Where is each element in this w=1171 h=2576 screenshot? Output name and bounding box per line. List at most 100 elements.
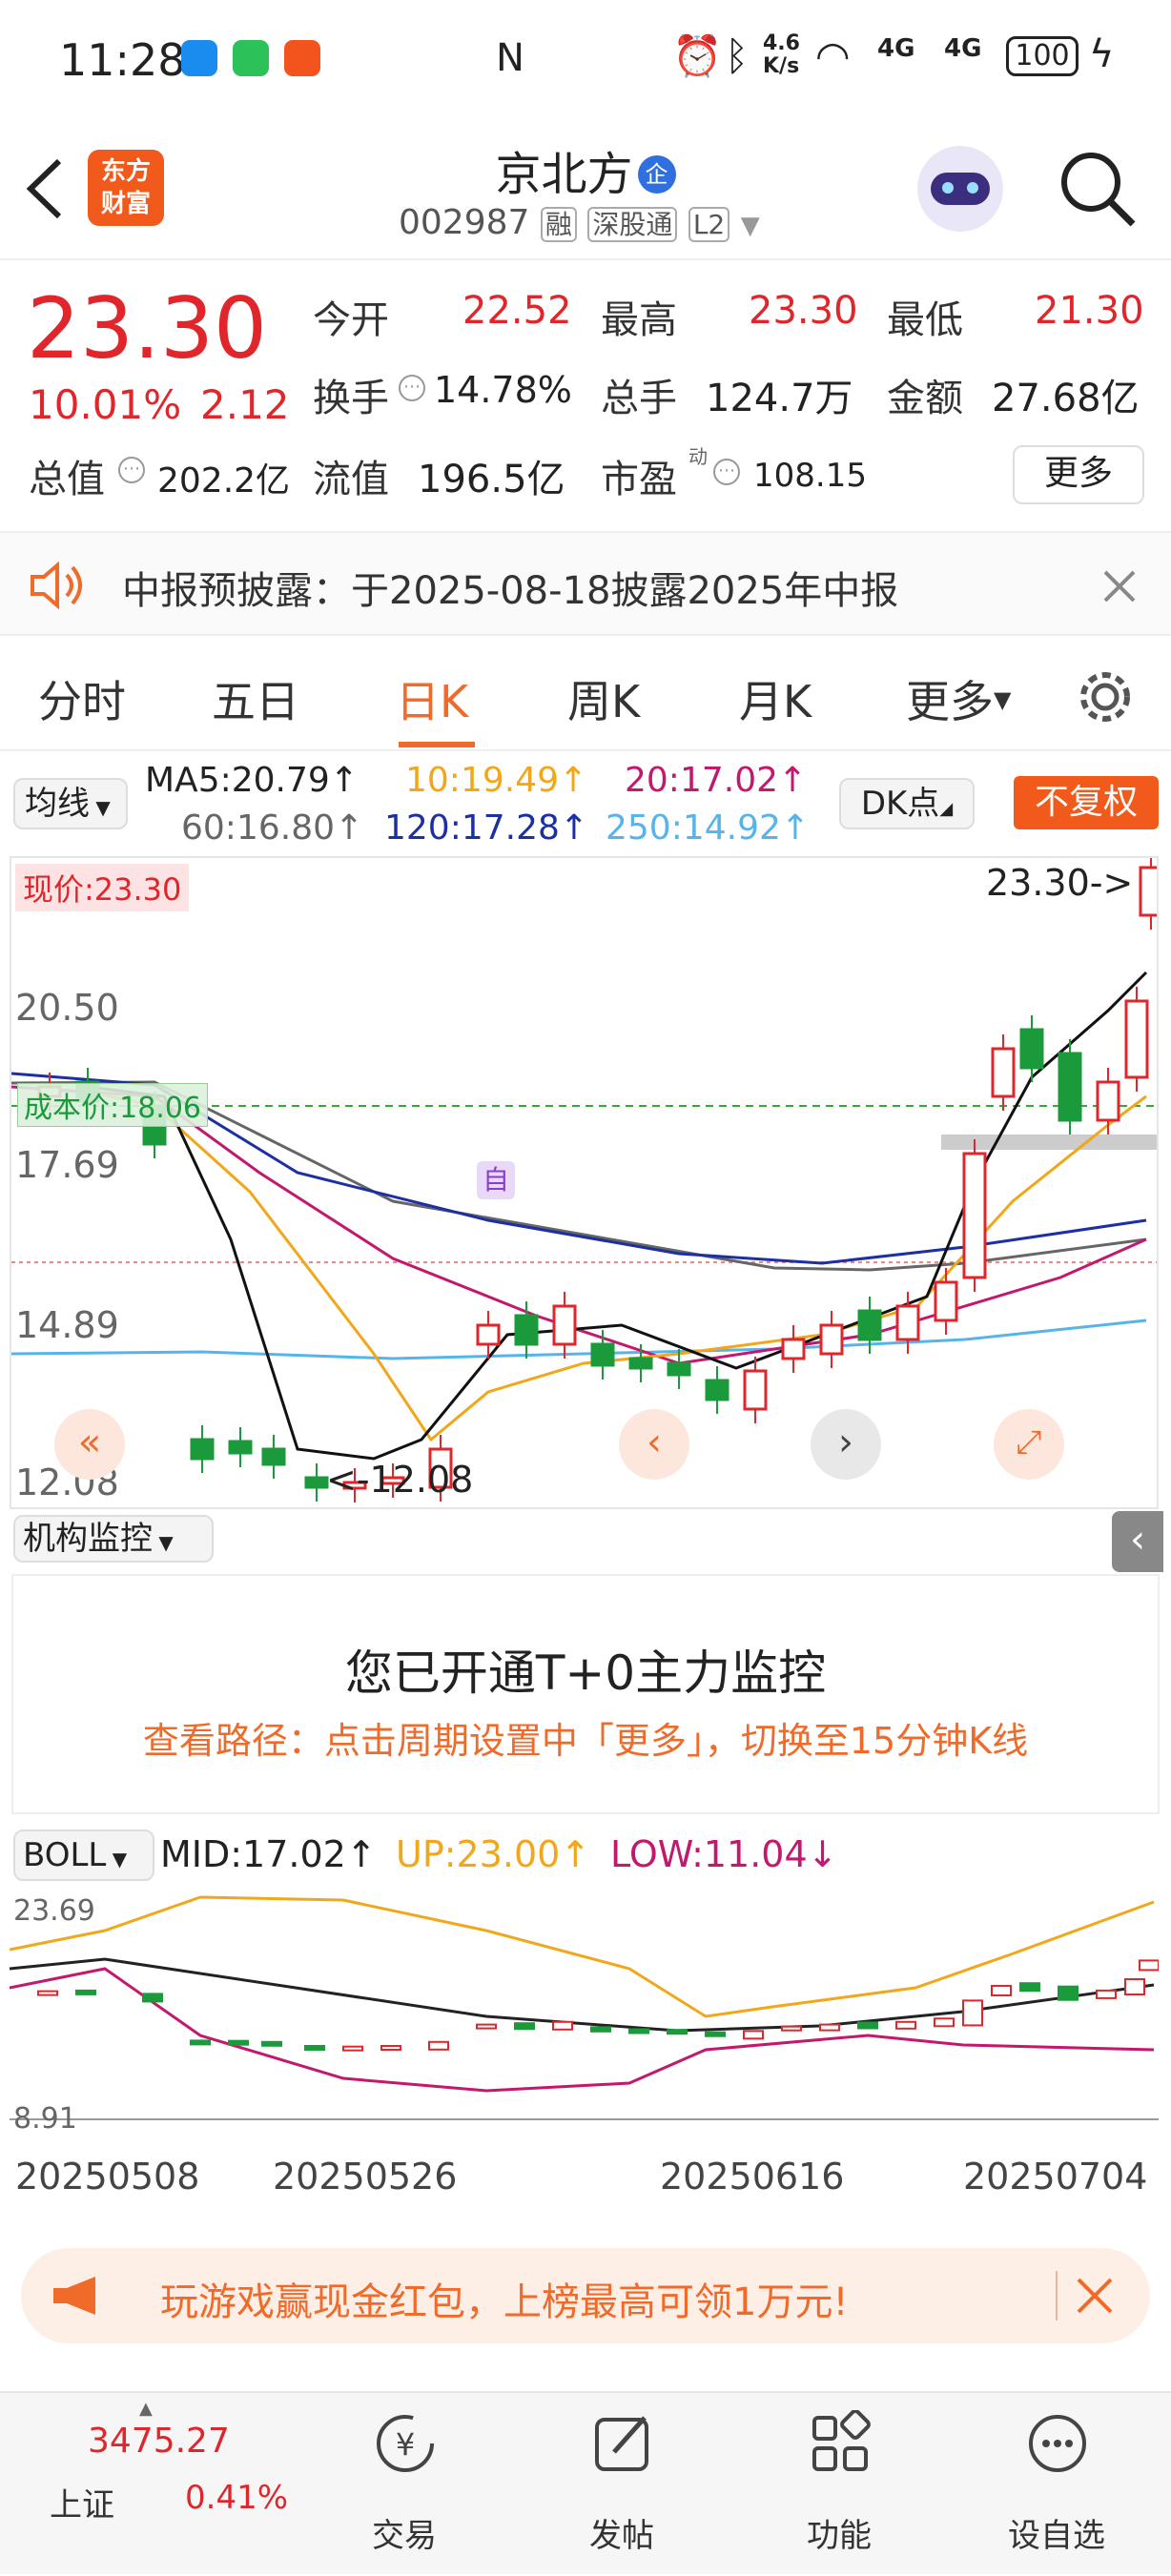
boll-up: UP:23.00↑ [396, 1833, 591, 1875]
tag-connect: 深股通 [587, 207, 678, 242]
boll-candle [1124, 1978, 1145, 1995]
candle [1139, 866, 1157, 917]
alarm-icon: ⏰ [672, 32, 723, 79]
y-tick-1: 20.50 [15, 987, 119, 1029]
boll-candle [1139, 1959, 1159, 1972]
nav-post[interactable]: 发帖 [526, 2393, 717, 2576]
index-ticker[interactable]: ▲ 3475.27 上证 0.41% [0, 2393, 288, 2576]
kline-chart[interactable]: 现价:23.30 23.30-> 20.50 17.69 14.89 12.08… [10, 856, 1159, 1509]
scroll-right-icon[interactable]: › [811, 1409, 881, 1480]
y-tick-2: 17.69 [15, 1144, 119, 1186]
nav-settings[interactable]: 设自选 [961, 2393, 1152, 2576]
quote-panel: 23.30 10.01% 2.12 今开 22.52 最高 23.30 最低 2… [0, 262, 1171, 529]
monitor-selector[interactable]: 机构监控 ▼ [13, 1515, 214, 1563]
candle [667, 1361, 691, 1377]
info-icon[interactable]: ⋯ [399, 375, 425, 401]
notice-bar[interactable]: 中报预披露：于2025-08-18披露2025年中报 [0, 531, 1171, 636]
close-icon[interactable] [1076, 2277, 1114, 2315]
dropdown-icon[interactable]: ▼ [741, 212, 760, 240]
boll-candle [857, 2021, 878, 2030]
gear-icon[interactable] [1076, 667, 1135, 726]
low-pointer: <-12.08 [326, 1459, 474, 1501]
dropdown-icon: ▼ [994, 686, 1012, 713]
stock-code: 002987 [399, 203, 530, 242]
tab-more[interactable]: 更多▼ [906, 667, 1011, 730]
float-value: 196.5亿 [418, 458, 565, 501]
info-icon[interactable]: ⋯ [118, 457, 145, 483]
svg-text:¥: ¥ [396, 2426, 415, 2463]
date-label-4: 20250704 [963, 2156, 1148, 2198]
info-icon[interactable]: ⋯ [713, 459, 740, 485]
date-label-1: 20250508 [15, 2156, 200, 2198]
boll-candle [705, 2031, 726, 2037]
boll-candle [261, 2040, 282, 2047]
dk-point-button[interactable]: DK点◢ [839, 778, 975, 829]
nfc-icon: N [496, 36, 524, 80]
search-icon[interactable] [1057, 148, 1139, 230]
candle [1096, 1080, 1120, 1122]
wechat-icon [233, 40, 269, 76]
boll-candle [37, 1990, 58, 1996]
price-band [941, 1135, 1157, 1150]
tab-weekly-k[interactable]: 周K [567, 667, 640, 730]
nav-functions[interactable]: 功能 [744, 2393, 935, 2576]
kline-canvas[interactable] [11, 858, 1157, 1507]
candle [514, 1314, 539, 1346]
divider [1056, 2271, 1058, 2320]
trade-icon: ¥ [377, 2415, 434, 2472]
scroll-left-fast-icon[interactable]: « [54, 1409, 125, 1480]
candle [781, 1338, 806, 1360]
tab-five-day[interactable]: 五日 [212, 667, 299, 730]
boll-candle [1058, 1985, 1079, 2001]
monitor-title: 您已开通T+0主力监控 [344, 1646, 827, 1701]
boll-candle [628, 2028, 649, 2034]
boll-candle [552, 2020, 573, 2031]
boll-candle [1019, 1982, 1040, 1993]
nav-post-label: 发帖 [589, 2517, 654, 2555]
up-arrow-icon: ▲ [139, 2399, 153, 2419]
more-button[interactable]: 更多 [1013, 445, 1144, 504]
collapse-panel-icon[interactable]: ‹ [1112, 1511, 1163, 1572]
date-label-3: 20250616 [660, 2156, 845, 2198]
boll-candle [75, 1989, 96, 1995]
high-label: 最高 [601, 298, 677, 342]
candle [190, 1438, 215, 1461]
boll-candle [819, 2023, 840, 2032]
tab-monthly-k[interactable]: 月K [739, 667, 811, 730]
boll-selector[interactable]: BOLL ▼ [13, 1830, 154, 1881]
active-tab-indicator [399, 742, 475, 747]
boll-candle [190, 2039, 211, 2046]
nav-functions-label: 功能 [807, 2517, 872, 2555]
tag-margin: 融 [540, 207, 577, 242]
indicator-selector[interactable]: 均线 ▼ [13, 778, 128, 829]
pe-value: 108.15 [753, 457, 867, 495]
candle [228, 1440, 253, 1455]
close-icon[interactable] [1102, 569, 1137, 603]
candle [743, 1369, 768, 1411]
tab-fenshi[interactable]: 分时 [38, 667, 126, 730]
charging-icon: ϟ [1089, 32, 1115, 76]
boll-candle [228, 2039, 249, 2046]
boll-canvas[interactable] [10, 1892, 1159, 2121]
tag-level2: L2 [688, 207, 730, 242]
edit-icon [595, 2416, 648, 2471]
promo-text: 玩游戏赢现金红包，上榜最高可领1万元! [160, 2280, 849, 2324]
index-change: 0.41% [185, 2479, 289, 2517]
stock-header: 东方 财富 京北方 企 002987 融 深股通 L2 ▼ [0, 119, 1171, 260]
fullscreen-icon[interactable]: ⤢ [994, 1409, 1064, 1480]
message-app-icon [181, 40, 217, 76]
adjustment-button[interactable]: 不复权 [1014, 776, 1159, 829]
index-value: 3475.27 [88, 2422, 230, 2461]
robot-assistant-icon[interactable] [917, 146, 1003, 232]
volume-label: 总手 [601, 377, 677, 420]
app-notification-icon [284, 40, 320, 76]
period-tabs: 分时 五日 日K 周K 月K 更多▼ [0, 639, 1171, 751]
more-circle-icon [1029, 2415, 1086, 2472]
turnover-label: 换手 [313, 377, 389, 420]
tab-daily-k[interactable]: 日K [396, 667, 468, 730]
volume-value: 124.7万 [706, 377, 853, 420]
nav-trade[interactable]: ¥ 交易 [309, 2393, 500, 2576]
nav-trade-label: 交易 [372, 2517, 437, 2555]
promo-banner[interactable]: 玩游戏赢现金红包，上榜最高可领1万元! [21, 2248, 1150, 2343]
scroll-left-icon[interactable]: ‹ [619, 1409, 689, 1480]
